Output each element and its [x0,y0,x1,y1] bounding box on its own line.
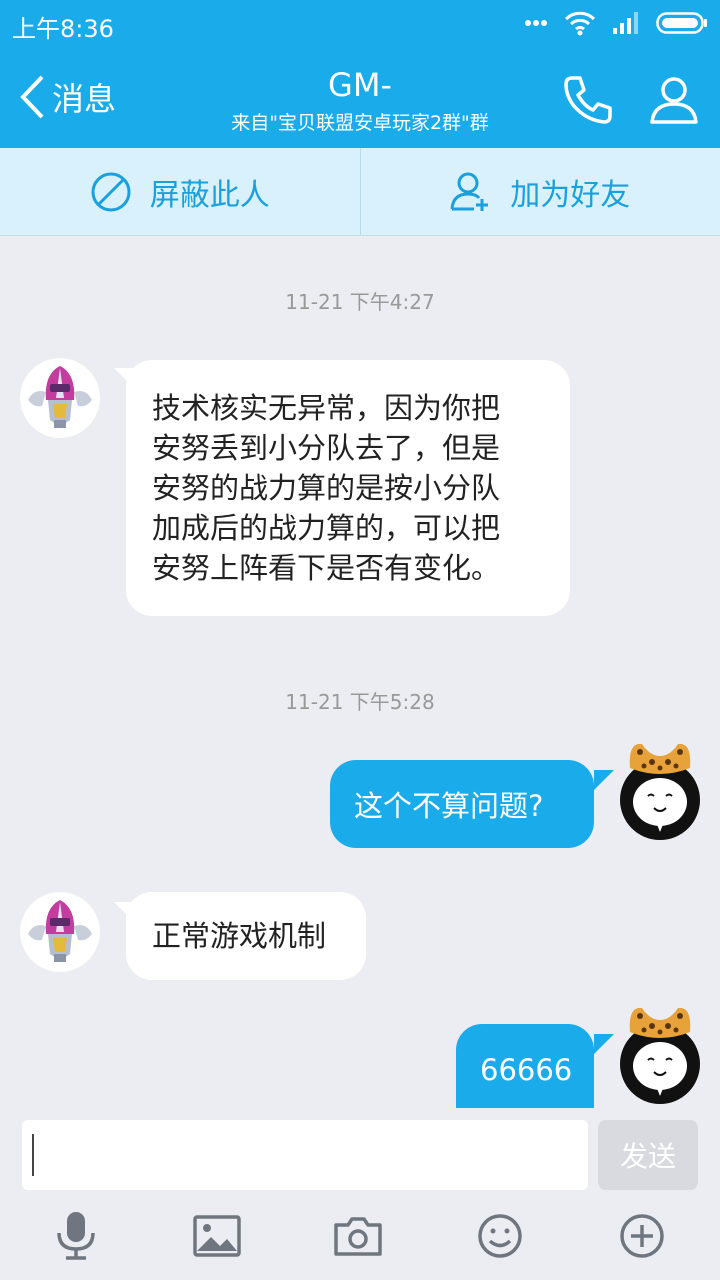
bubble-tail [594,1034,614,1054]
chat-header: 消息 GM- 来自"宝贝联盟安卓玩家2群"群 [0,50,720,148]
knight-avatar-icon [20,358,100,438]
message-input[interactable] [22,1120,588,1190]
chevron-left-icon [20,75,44,119]
text-caret [32,1134,34,1176]
user-icon [650,77,698,124]
panda-avatar-icon [620,743,700,840]
message-bubble-outgoing[interactable]: 66666 [456,1024,594,1108]
message-text: 正常游戏机制 [152,919,327,953]
chat-subtitle: 来自"宝贝联盟安卓玩家2群"群 [231,112,489,134]
bubble-tail [594,770,614,790]
signal-icon [613,12,638,34]
image-button[interactable] [187,1206,247,1266]
emoji-button[interactable] [470,1206,530,1266]
status-bar: 上午8:36 [0,0,720,50]
back-button[interactable]: 消息 [18,74,116,120]
panda-avatar-icon [620,1007,700,1104]
message-line: 加成后的战力算的，可以把 [152,511,501,545]
status-icons [524,10,708,36]
message-line: 安努的战力算的是按小分队 [152,471,501,505]
more-options-button[interactable] [612,1206,672,1266]
sender-avatar[interactable] [20,892,100,972]
my-avatar[interactable] [620,738,700,840]
sender-avatar[interactable] [20,358,100,438]
camera-icon [334,1217,382,1256]
my-avatar[interactable] [620,1002,700,1104]
block-user-button[interactable]: 屏蔽此人 [0,148,360,235]
wifi-icon [564,11,596,36]
smiley-icon [478,1214,522,1258]
knight-avatar-icon [20,892,100,972]
message-text: 这个不算问题? [354,789,544,823]
image-icon [193,1215,241,1257]
message-timestamp: 11-21 下午5:28 [285,690,435,714]
message-bubble-outgoing[interactable]: 这个不算问题? [330,760,594,848]
block-icon [91,172,131,211]
message-timestamp: 11-21 下午4:27 [285,290,435,314]
call-button[interactable] [562,74,614,130]
battery-icon [656,12,707,34]
phone-icon [564,76,612,124]
message-line: 安努上阵看下是否有变化。 [152,551,501,585]
message-text: 66666 [480,1053,573,1087]
voice-button[interactable] [46,1206,106,1266]
plus-icon [620,1214,664,1258]
chat-title: GM- [328,66,392,104]
add-friend-icon [450,172,489,211]
block-user-label: 屏蔽此人 [149,177,270,213]
message-line: 技术核实无异常，因为你把 [152,391,501,425]
add-friend-button[interactable]: 加为好友 [359,148,720,235]
send-button[interactable]: 发送 [598,1120,698,1190]
back-label: 消息 [52,80,117,118]
status-time: 上午8:36 [12,15,114,43]
more-dots-icon [525,20,547,26]
camera-button[interactable] [328,1206,388,1266]
input-bar: 发送 [0,1108,720,1280]
stranger-action-bar: 屏蔽此人 加为好友 [0,148,720,236]
message-line: 安努丢到小分队去了，但是 [152,431,501,465]
message-bubble-incoming[interactable]: 正常游戏机制 [126,892,366,980]
message-bubble-incoming[interactable]: 技术核实无异常，因为你把 安努丢到小分队去了，但是 安努的战力算的是按小分队 加… [126,360,570,616]
profile-button[interactable] [648,74,700,130]
add-friend-label: 加为好友 [510,177,631,213]
microphone-icon [57,1212,95,1260]
